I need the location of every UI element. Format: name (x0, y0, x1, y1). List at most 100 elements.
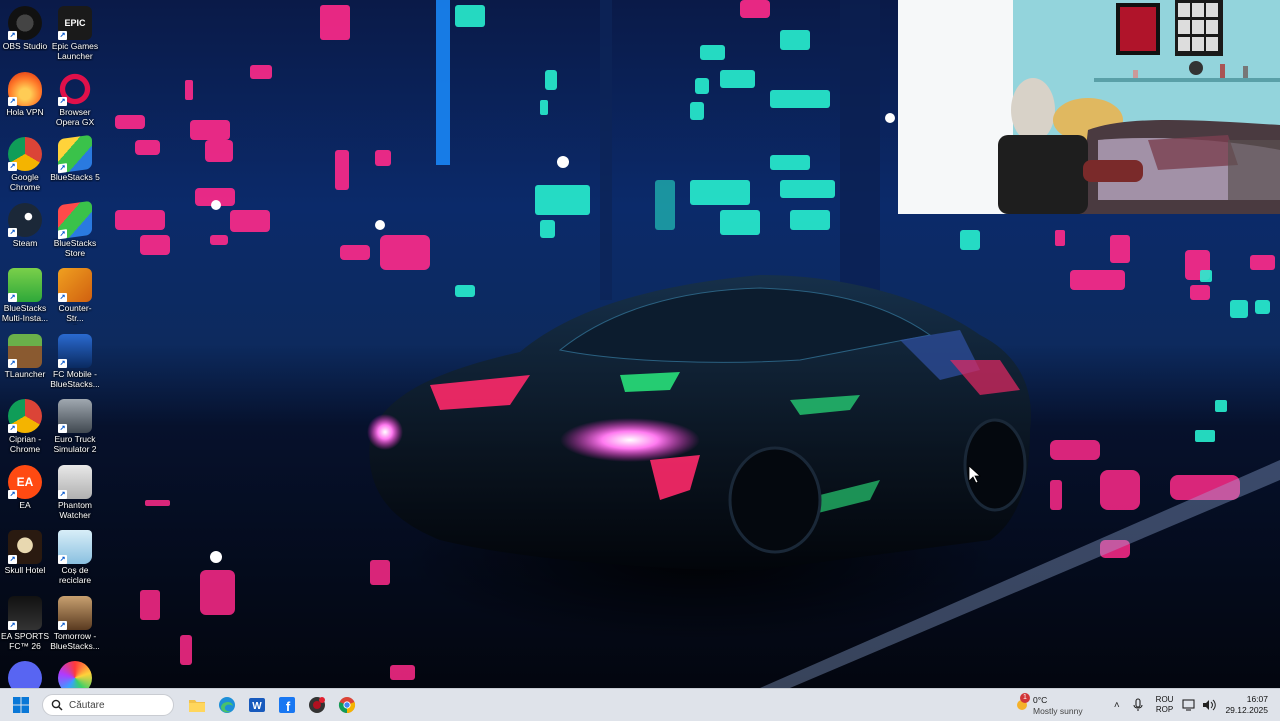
webcam-overlay (898, 0, 1280, 214)
clock-time: 16:07 (1246, 694, 1268, 704)
desktop-icon-label: Google Chrome (9, 172, 41, 192)
shortcut-arrow-icon: ↗ (8, 620, 17, 630)
shortcut-arrow-icon: ↗ (8, 31, 17, 40)
desktop-icon-fc-mobile[interactable]: ↗ FC Mobile - BlueStacks... (50, 330, 100, 392)
taskbar-chrome[interactable] (334, 692, 360, 718)
recycle-bin-icon: ↗ (58, 530, 92, 564)
weather-temp: 0°C (1033, 695, 1048, 705)
shortcut-arrow-icon: ↗ (8, 555, 17, 564)
desktop-icon-label: Epic Games Launcher (51, 41, 99, 61)
shortcut-arrow-icon: ↗ (58, 163, 67, 174)
shortcut-arrow-icon: ↗ (8, 162, 17, 171)
desktop-icon-label: Phantom Watcher (57, 499, 93, 520)
desktop-icon-bluestacks[interactable]: ↗ BlueStacks 5 (50, 133, 100, 195)
shortcut-arrow-icon: ↗ (58, 555, 67, 564)
weather-widget[interactable]: 1 0°C Mostly sunny (1012, 689, 1112, 721)
weather-badge: 1 (1020, 693, 1030, 703)
microphone-icon[interactable] (1132, 698, 1144, 712)
opera-gx-icon: ↗ (58, 71, 92, 106)
volume-icon[interactable] (1202, 699, 1217, 711)
desktop-icon-label: Ciprian - Chrome (8, 434, 42, 454)
desktop-icon-label: EA (19, 499, 31, 510)
shortcut-arrow-icon: ↗ (8, 489, 17, 499)
shortcut-arrow-icon: ↗ (58, 424, 67, 433)
desktop-icon-label: Browser Opera GX (55, 106, 95, 127)
network-icon[interactable] (1182, 699, 1196, 711)
desktop-icon-label: Counter-Str... 2 (58, 303, 92, 325)
taskbar-file-explorer[interactable] (184, 692, 210, 718)
weather-desc: Mostly sunny (1033, 706, 1083, 716)
desktop-icon-phantom-watcher[interactable]: ↗ Phantom Watcher (50, 461, 100, 523)
taskbar: Căutare W f 1 0°C Mostly sunny ˄ ROU ROP… (0, 688, 1280, 721)
taskbar-facebook[interactable]: f (274, 692, 300, 718)
desktop-icon-label: BlueStacks Multi-Insta... (1, 303, 49, 323)
desktop-icon-opera-gx[interactable]: ↗ Browser Opera GX (50, 68, 100, 130)
word-icon: W (249, 698, 265, 712)
svg-text:W: W (252, 701, 262, 712)
start-button[interactable] (8, 692, 34, 718)
desktop-icon-label: Steam (12, 237, 38, 248)
system-tray: ˄ ROU ROP 16:07 29.12.2025 (1108, 689, 1280, 721)
taskbar-word[interactable]: W (244, 692, 270, 718)
desktop-icon-epic-games[interactable]: EPIC ↗ Epic Games Launcher (50, 2, 100, 64)
shortcut-arrow-icon: ↗ (8, 358, 17, 368)
clock-date: 29.12.2025 (1225, 705, 1268, 715)
desktop-icon-label: BlueStacks Store (53, 237, 97, 258)
webcam-room-scene (898, 0, 1280, 214)
desktop-icon-ea[interactable]: EA ↗ EA (0, 461, 50, 523)
bluestacks-multi-instance-icon: ↗ (8, 268, 42, 302)
chrome-icon: ↗ (8, 137, 42, 171)
svg-text:f: f (286, 699, 291, 714)
shortcut-arrow-icon: ↗ (8, 227, 17, 237)
facebook-icon: f (279, 697, 295, 714)
desktop-icon-label: TLauncher (4, 368, 46, 379)
desktop-icon-label: OBS Studio (2, 41, 48, 51)
file-explorer-icon (189, 700, 205, 712)
desktop-icon-euro-truck[interactable]: ↗ Euro Truck Simulator 2 (50, 395, 100, 457)
shortcut-arrow-icon: ↗ (58, 96, 67, 106)
desktop-icon-chrome-profile[interactable]: ↗ Ciprian - Chrome (0, 395, 50, 457)
edge-icon (219, 697, 235, 713)
desktop-icon-counter-strike[interactable]: ↗Counter-Str... 2 (50, 264, 100, 326)
epic-games-logo-text: EPIC (64, 18, 86, 28)
chevron-up-icon[interactable]: ˄ (1114, 700, 1120, 711)
taskbar-app[interactable] (304, 692, 330, 718)
desktop-icon-ea-sports-fc[interactable]: ↗ EA SPORTS FC™ 26 (0, 592, 50, 654)
desktop-icon-tomorrow[interactable]: ↗ Tomorrow - BlueStacks... (50, 592, 100, 654)
desktop-icon-tlauncher[interactable]: ↗ TLauncher (0, 330, 50, 392)
desktop-icon-label: Hola VPN (6, 106, 44, 117)
taskbar-clock[interactable]: 16:07 29.12.2025 (1225, 694, 1268, 716)
taskbar-edge[interactable] (214, 692, 240, 718)
search-icon (51, 699, 63, 711)
euro-truck-icon: ↗ (58, 399, 92, 433)
ea-sports-fc-icon: ↗ (8, 595, 42, 630)
keyboard-layout: ROP (1155, 705, 1174, 714)
shortcut-arrow-icon: ↗ (8, 424, 17, 433)
desktop-icon-label: BlueStacks 5 (50, 172, 100, 182)
skull-hotel-icon: ↗ (8, 530, 42, 564)
desktop-icon-obs[interactable]: ↗ OBS Studio (0, 2, 50, 64)
desktop-icon-skull-hotel[interactable]: ↗ Skull Hotel (0, 526, 50, 588)
desktop-icon-recycle-bin[interactable]: ↗ Coș de reciclare (50, 526, 100, 588)
desktop-icon-bluestacks-store[interactable]: ↗ BlueStacks Store (50, 199, 100, 261)
language-code: ROU (1155, 695, 1174, 704)
obs-icon: ↗ (8, 6, 42, 40)
chrome-taskbar-icon (338, 697, 356, 714)
chrome-profile-icon: ↗ (8, 399, 42, 433)
bluestacks-store-icon: ↗ (58, 200, 92, 239)
phantom-watcher-icon: ↗ (58, 464, 92, 499)
desktop-icon-chrome[interactable]: ↗ Google Chrome (0, 133, 50, 195)
ea-icon: EA ↗ (8, 464, 42, 499)
desktop-icon-steam[interactable]: ↗ Steam (0, 199, 50, 261)
epic-games-icon: EPIC ↗ (58, 6, 92, 40)
desktop-icon-bluestacks-multi-instance[interactable]: ↗ BlueStacks Multi-Insta... (0, 264, 50, 326)
ea-logo-text: EA (16, 474, 34, 489)
fc-mobile-icon: ↗ (58, 333, 92, 368)
desktop-icon-hola-vpn[interactable]: ↗ Hola VPN (0, 68, 50, 130)
desktop-icon-label: Coș de reciclare (58, 565, 92, 585)
taskbar-search-box[interactable]: Căutare (42, 694, 174, 716)
desktop-icon-label: Skull Hotel (4, 565, 46, 575)
keyboard-language[interactable]: ROU ROP (1156, 695, 1174, 715)
desktop-icon-label: Euro Truck Simulator 2 (53, 434, 97, 454)
desktop-icon-label: FC Mobile - BlueStacks... (50, 368, 100, 389)
